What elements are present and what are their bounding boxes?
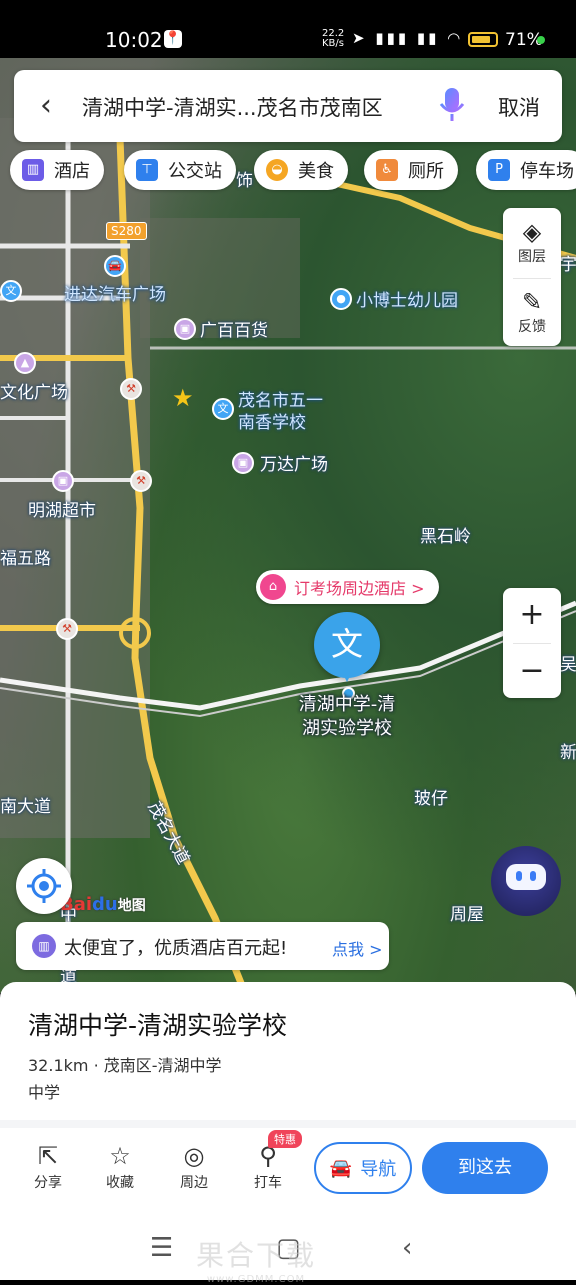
back-icon[interactable]: ‹ [402, 1233, 412, 1263]
layers-icon: ◈ [522, 218, 542, 246]
share-button[interactable]: ⇱ 分享 [20, 1140, 76, 1192]
zoom-out-button[interactable]: − [503, 644, 561, 698]
category-chips: ▥ 酒店 ⊤ 公交站 ◒ 美食 ♿ 厕所 P 停车场 [10, 150, 576, 192]
school-pin[interactable]: 文 [212, 398, 234, 420]
network-speed: 22.2 KB/s [322, 28, 345, 49]
chip-food[interactable]: ◒ 美食 [254, 150, 348, 190]
kindergarten-pin[interactable]: ● [330, 288, 352, 310]
minghu-label[interactable]: 明湖超市 [28, 500, 96, 522]
clock: 10:02 [105, 28, 163, 52]
hotel-tip-bubble[interactable]: ⌂ 订考场周边酒店 > [256, 570, 439, 604]
edge-label-1: 宇 [560, 255, 576, 275]
share-icon: ⇱ [37, 1142, 59, 1170]
poze-label: 玻仔 [414, 789, 448, 809]
toilet-icon: ♿ [376, 159, 398, 181]
parking-icon: P [488, 159, 510, 181]
feedback-button[interactable]: ✎ 反馈 [503, 288, 561, 336]
place-distance-address: 32.1km · 茂南区-清湖中学 [28, 1056, 222, 1075]
mall-pin[interactable]: ▣ [174, 318, 196, 340]
ai-assistant-robot-icon[interactable] [491, 846, 561, 916]
map-roads [0, 118, 576, 993]
chip-toilet[interactable]: ♿ 厕所 [364, 150, 458, 190]
search-bar: ‹ 清湖中学-清湖实...茂名市茂南区 取消 [14, 70, 562, 142]
wanda-pin[interactable]: ▣ [232, 452, 254, 474]
food-icon: ◒ [266, 159, 288, 181]
hotel-icon: ▥ [22, 159, 44, 181]
locate-me-button[interactable] [16, 858, 72, 914]
jinda-car-plaza-label[interactable]: 进达汽车广场 [64, 284, 166, 306]
zhouwu-label: 周屋 [450, 905, 484, 925]
supermarket-pin[interactable]: ▣ [52, 470, 74, 492]
recent-apps-icon[interactable]: ☰ [150, 1233, 173, 1263]
culture-square-pin[interactable]: ▲ [14, 352, 36, 374]
map-view[interactable]: 🚘 进达汽车广场 ● 小博士幼儿园 ▣ 广百百货 ⚒ ⚒ ⚒ ★ 文 茂名市五一… [0, 58, 576, 993]
fuwu-road-label: 福五路 [0, 549, 51, 569]
navigate-button[interactable]: 🚘 导航 [314, 1142, 412, 1194]
status-bar: 10:02 📍 22.2 KB/s ➤ ▮▮▮ ▮▮ ◠ 71% [0, 0, 576, 58]
edge-school-pin[interactable]: 文 [0, 280, 22, 302]
favorite-button[interactable]: ☆ 收藏 [92, 1140, 148, 1192]
promo-link[interactable]: 点我 > [332, 936, 383, 960]
chip-parking[interactable]: P 停车场 [476, 150, 576, 190]
section-divider [0, 1120, 576, 1128]
chip-hotel[interactable]: ▥ 酒店 [10, 150, 104, 190]
nearby-button[interactable]: ◎ 周边 [166, 1140, 222, 1192]
map-tools-panel: ◈ 图层 ✎ 反馈 [503, 208, 561, 346]
zoom-in-button[interactable]: + [503, 588, 561, 642]
signal-wifi-icons: ➤ ▮▮▮ ▮▮ ◠ [352, 29, 464, 47]
place-category: 中学 [28, 1083, 61, 1102]
chip-bus-stop[interactable]: ⊤ 公交站 [124, 150, 236, 190]
nan-road-label: 南大道 [0, 797, 51, 817]
wanda-label[interactable]: 万达广场 [260, 454, 328, 476]
construction-pin-2: ⚒ [130, 470, 152, 492]
destination-pin-tail [340, 668, 354, 682]
compass-icon: ◎ [183, 1142, 205, 1170]
construction-pin-3: ⚒ [56, 618, 78, 640]
voice-mic-icon[interactable] [438, 86, 466, 124]
cancel-button[interactable]: 取消 [498, 92, 540, 122]
hotel-icon: ▥ [32, 934, 56, 958]
charging-dot [537, 36, 545, 44]
wuyi-school-label[interactable]: 茂名市五一 南香学校 [238, 390, 323, 434]
culture-square-label[interactable]: 文化广场 [0, 382, 68, 404]
favorite-star-icon[interactable]: ★ [172, 384, 194, 412]
star-icon: ☆ [109, 1142, 131, 1170]
taxi-discount-badge: 特惠 [268, 1130, 302, 1148]
edge-label-2: 吴 [560, 655, 576, 675]
hotel-promo-banner[interactable]: ▥ 太便宜了，优质酒店百元起! 点我 > [16, 922, 389, 970]
watermark: 果合下载 www.GDMM.COM [196, 1239, 317, 1285]
destination-label[interactable]: 清湖中学-清湖实验学校 [292, 693, 402, 741]
car-icon: 🚘 [329, 1157, 353, 1179]
zoom-control: + − [503, 588, 561, 698]
bus-stop-icon: ⊤ [136, 159, 158, 181]
go-here-button[interactable]: 到这去 [422, 1142, 548, 1194]
back-arrow-icon[interactable]: ‹ [40, 88, 52, 123]
hotel-ticket-icon: ⌂ [260, 574, 286, 600]
road-shield-s280: S280 [106, 222, 147, 240]
search-query[interactable]: 清湖中学-清湖实...茂名市茂南区 [82, 92, 422, 122]
construction-pin-1: ⚒ [120, 378, 142, 400]
edge-label-3: 新 [560, 743, 576, 763]
heishiling-label: 黑石岭 [420, 527, 471, 547]
layers-button[interactable]: ◈ 图层 [503, 218, 561, 266]
kindergarten-label[interactable]: 小博士幼儿园 [356, 290, 458, 312]
battery-icon [468, 32, 498, 47]
promo-text: 太便宜了，优质酒店百元起! [64, 938, 288, 959]
baidu-map-logo: Baidu地图 [60, 894, 146, 915]
place-title: 清湖中学-清湖实验学校 [28, 1011, 288, 1040]
guangbai-label[interactable]: 广百百货 [200, 320, 268, 342]
edit-icon: ✎ [521, 288, 543, 316]
locate-icon [27, 869, 61, 903]
map-app-notification-icon: 📍 [164, 30, 182, 48]
divider [513, 278, 551, 279]
car-plaza-pin[interactable]: 🚘 [104, 255, 126, 277]
